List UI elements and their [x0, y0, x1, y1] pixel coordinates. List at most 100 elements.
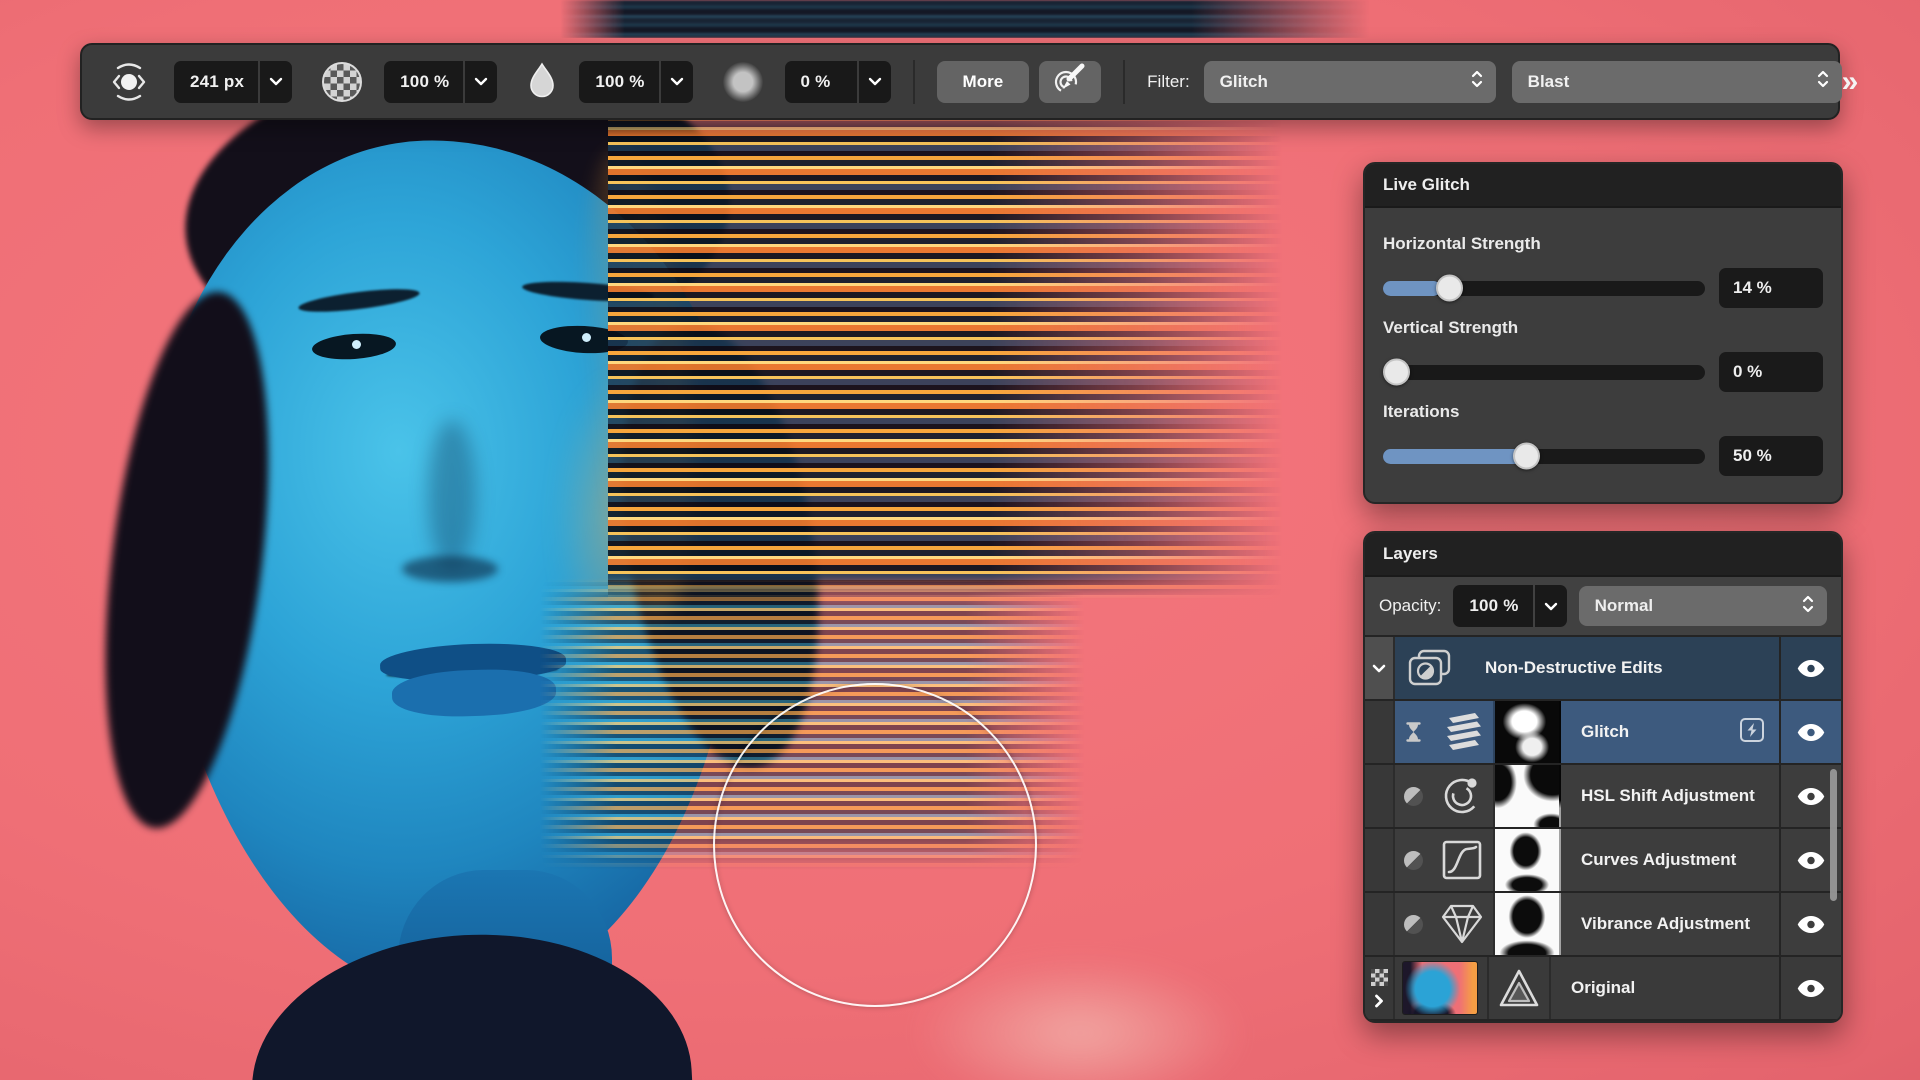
vertical-strength-slider[interactable] [1383, 365, 1705, 380]
chevron-down-icon[interactable] [659, 61, 693, 103]
vertical-strength-value[interactable]: 0 % [1719, 352, 1823, 392]
filter-type-value: Blast [1528, 72, 1570, 92]
eye-icon [1797, 852, 1825, 869]
live-glitch-panel-title: Live Glitch [1365, 164, 1841, 208]
iterations-label: Iterations [1383, 402, 1823, 422]
flow-combobox[interactable]: 100 % [579, 61, 692, 103]
opacity-combobox[interactable]: 100 % [384, 61, 497, 103]
visibility-toggle[interactable] [1779, 701, 1841, 763]
eye-icon [1797, 788, 1825, 805]
eye-icon [1797, 724, 1825, 741]
vibrance-diamond-icon [1431, 893, 1495, 955]
filter-select[interactable]: Glitch [1204, 61, 1496, 103]
eye-icon [1797, 980, 1825, 997]
toolbar-overflow-chevrons-icon[interactable]: » [1842, 67, 1859, 97]
row-margin-cell [1365, 765, 1395, 827]
chevron-down-icon[interactable] [463, 61, 497, 103]
flow-value: 100 % [579, 72, 658, 92]
hardness-icon [723, 62, 763, 102]
adjustment-state-icon [1404, 851, 1423, 870]
slider-fill [1383, 449, 1525, 464]
hourglass-icon [1395, 701, 1431, 763]
slider-fill [1383, 281, 1441, 296]
layer-mask-thumbnail[interactable] [1495, 893, 1561, 955]
blend-mode-value: Normal [1595, 596, 1654, 616]
chevron-down-icon[interactable] [258, 61, 292, 103]
brush-width-icon [106, 59, 152, 105]
shoulders [245, 924, 696, 1080]
layer-label[interactable]: HSL Shift Adjustment [1581, 786, 1755, 806]
slider-thumb[interactable] [1513, 443, 1540, 470]
layer-row-group[interactable]: Non-Destructive Edits [1365, 637, 1841, 701]
visibility-toggle[interactable] [1779, 957, 1841, 1019]
filter-type-select[interactable]: Blast [1512, 61, 1842, 103]
eye-glint [582, 333, 591, 342]
layer-row-curves[interactable]: Curves Adjustment [1365, 829, 1841, 893]
group-expand-cell[interactable] [1365, 637, 1395, 699]
iterations-value[interactable]: 50 % [1719, 436, 1823, 476]
curves-icon [1431, 829, 1495, 891]
horizontal-strength-label: Horizontal Strength [1383, 234, 1823, 254]
live-filter-badge-icon [1739, 717, 1765, 748]
brush-width-combobox[interactable]: 241 px [174, 61, 292, 103]
layer-mask-thumbnail[interactable] [1495, 701, 1561, 763]
slider-thumb[interactable] [1383, 359, 1410, 386]
glitched-hair-top [560, 0, 1370, 38]
blend-mode-select[interactable]: Normal [1579, 586, 1827, 626]
layers-panel: Layers Opacity: 100 % Normal [1363, 531, 1843, 1023]
pixel-layer-state-cell[interactable] [1365, 957, 1395, 1019]
brush-settings-button[interactable] [1039, 61, 1101, 103]
visibility-toggle[interactable] [1779, 637, 1841, 699]
layers-panel-title: Layers [1365, 533, 1841, 577]
layer-mask-thumbnail[interactable] [1495, 829, 1561, 891]
visibility-toggle[interactable] [1779, 893, 1841, 955]
layer-label[interactable]: Curves Adjustment [1581, 850, 1736, 870]
nose [402, 556, 498, 582]
more-button[interactable]: More [937, 61, 1030, 103]
layer-label[interactable]: Vibrance Adjustment [1581, 914, 1750, 934]
transparency-checker-icon [1371, 969, 1388, 986]
layer-label[interactable]: Original [1571, 978, 1635, 998]
row-margin-cell [1365, 829, 1395, 891]
layer-row-original[interactable]: Original [1365, 957, 1841, 1021]
row-margin-cell [1365, 701, 1395, 763]
layer-label[interactable]: Non-Destructive Edits [1465, 637, 1779, 699]
opacity-icon [322, 62, 362, 102]
layer-opacity-value: 100 % [1453, 596, 1532, 616]
layer-row-glitch[interactable]: Glitch [1365, 701, 1841, 765]
horizontal-strength-value[interactable]: 14 % [1719, 268, 1823, 308]
layer-opacity-combobox[interactable]: 100 % [1453, 585, 1566, 627]
image-triangle-icon [1487, 957, 1551, 1019]
slider-thumb[interactable] [1436, 275, 1463, 302]
flow-droplet-icon [527, 61, 557, 103]
context-toolbar: 241 px 100 % 100 % 0 % More [80, 43, 1840, 120]
hsl-icon [1431, 765, 1495, 827]
updown-arrows-icon [1801, 594, 1815, 619]
layer-mask-thumbnail[interactable] [1495, 765, 1561, 827]
chevron-right-icon [1374, 994, 1384, 1008]
hardness-combobox[interactable]: 0 % [785, 61, 891, 103]
row-margin-cell [1365, 893, 1395, 955]
eye-icon [1797, 660, 1825, 677]
live-glitch-panel: Live Glitch Horizontal Strength 14 % Ver… [1363, 162, 1843, 504]
brush-cursor-circle [713, 683, 1037, 1007]
chevron-down-icon[interactable] [857, 61, 891, 103]
brush-swirl-icon [1052, 63, 1088, 100]
adjustment-state-icon [1404, 787, 1423, 806]
layer-label[interactable]: Glitch [1581, 722, 1629, 742]
opacity-value: 100 % [384, 72, 463, 92]
eye-glint [352, 340, 361, 349]
chevron-down-icon[interactable] [1533, 585, 1567, 627]
filter-label: Filter: [1147, 72, 1190, 92]
layer-row-vibrance[interactable]: Vibrance Adjustment [1365, 893, 1841, 957]
layer-row-hsl[interactable]: HSL Shift Adjustment [1365, 765, 1841, 829]
adjustment-state-icon [1404, 915, 1423, 934]
horizontal-strength-slider[interactable] [1383, 281, 1705, 296]
layers-scrollbar[interactable] [1830, 769, 1837, 901]
layer-opacity-label: Opacity: [1379, 596, 1441, 616]
live-filter-stack-icon [1431, 701, 1495, 763]
iterations-slider[interactable] [1383, 449, 1705, 464]
vertical-strength-label: Vertical Strength [1383, 318, 1823, 338]
layer-photo-thumbnail[interactable] [1403, 962, 1477, 1014]
chevron-down-icon [1372, 664, 1386, 673]
